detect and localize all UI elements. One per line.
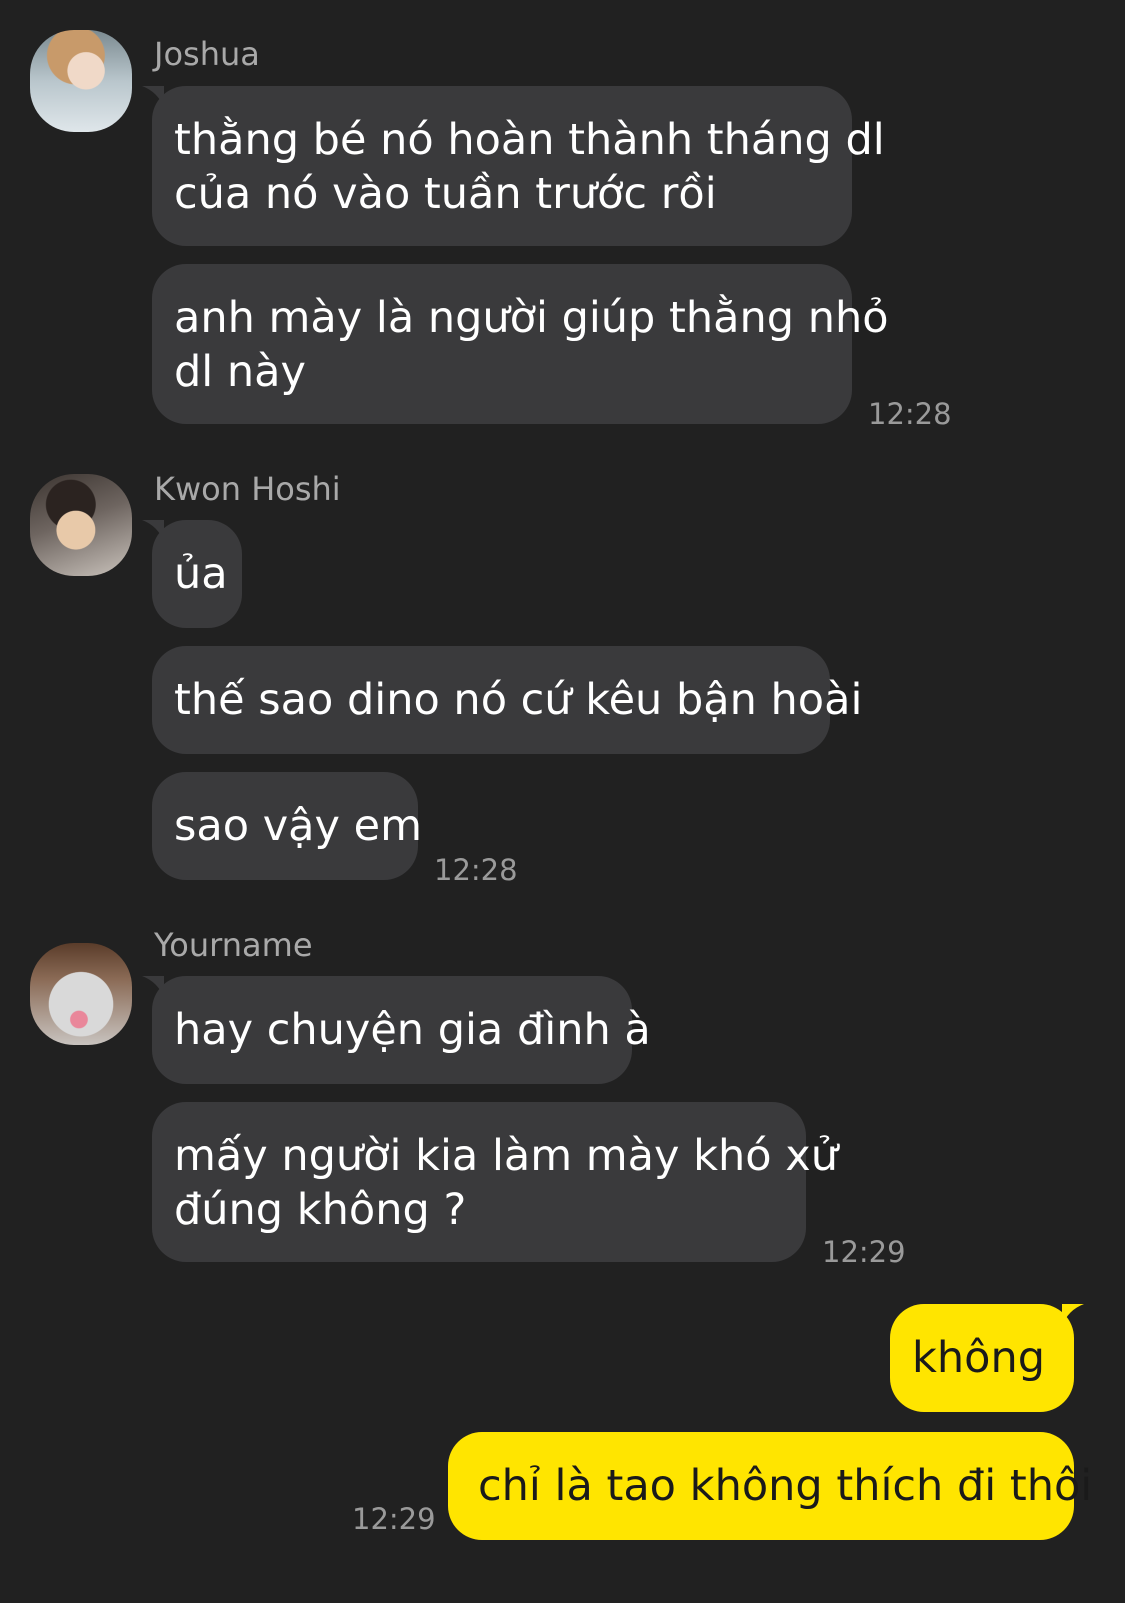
avatar-joshua[interactable] (30, 30, 132, 132)
message-time: 12:29 (352, 1502, 436, 1536)
message-bubble[interactable]: thế sao dino nó cứ kêu bận hoài (152, 646, 862, 754)
sender-name-yourname: Yourname (154, 926, 313, 964)
message-bubble[interactable]: mấy người kia làm mày khó xử đúng không … (152, 1102, 838, 1262)
avatar-yourname[interactable] (30, 943, 132, 1045)
message-time: 12:28 (868, 397, 952, 431)
avatar-kwon-hoshi[interactable] (30, 474, 132, 576)
sender-name-joshua: Joshua (154, 35, 260, 73)
sender-name-kwon-hoshi: Kwon Hoshi (154, 470, 341, 508)
message-bubble[interactable]: thằng bé nó hoàn thành tháng dl của nó v… (152, 86, 885, 246)
message-bubble[interactable]: ủa (152, 520, 242, 628)
message-time: 12:28 (434, 853, 518, 887)
message-time: 12:29 (822, 1235, 906, 1269)
my-message-bubble[interactable]: chỉ là tao không thích đi thôi (448, 1432, 1092, 1540)
my-message-bubble[interactable]: không (890, 1304, 1074, 1412)
message-bubble[interactable]: anh mày là người giúp thằng nhỏ dl này (152, 264, 889, 424)
message-bubble[interactable]: sao vậy em (152, 772, 422, 880)
message-bubble[interactable]: hay chuyện gia đình à (152, 976, 651, 1084)
chat-screen: { "messages": { "group1": { "sender": "J… (0, 0, 1125, 1603)
